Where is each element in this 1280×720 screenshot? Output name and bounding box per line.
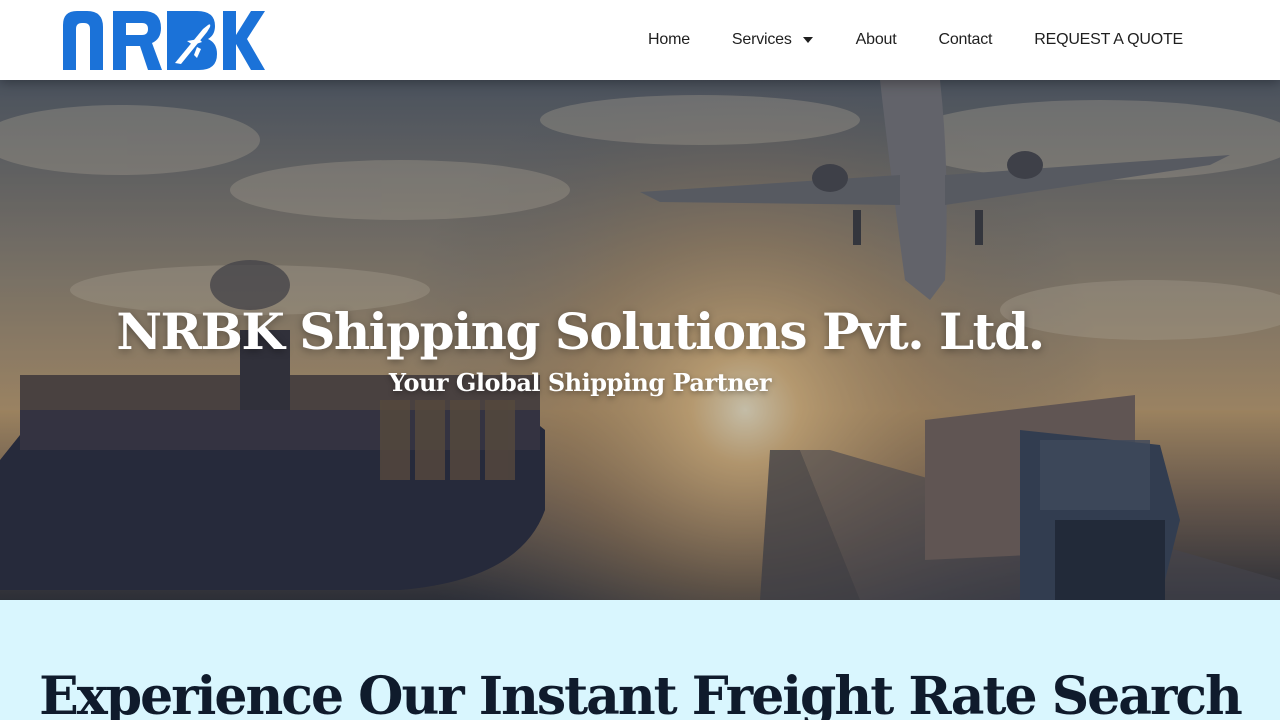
nav-contact[interactable]: Contact: [918, 31, 1014, 49]
nav-request-quote[interactable]: REQUEST A QUOTE: [1013, 31, 1220, 49]
nav-request-quote-label: REQUEST A QUOTE: [1034, 31, 1183, 48]
hero-banner: NRBK Shipping Solutions Pvt. Ltd. Your G…: [0, 80, 1280, 600]
freight-rate-section: Experience Our Instant Freight Rate Sear…: [0, 600, 1280, 720]
nav-services[interactable]: Services: [711, 31, 835, 49]
hero-title: NRBK Shipping Solutions Pvt. Ltd.: [116, 302, 1045, 361]
nav-home-label: Home: [648, 31, 690, 48]
main-nav: Home Services About Contact REQUEST A QU…: [620, 0, 1220, 80]
hero-subtitle: Your Global Shipping Partner: [388, 368, 772, 397]
nav-home[interactable]: Home: [627, 31, 711, 49]
nrbk-logo[interactable]: [63, 11, 265, 70]
nrbk-logo-mark: [63, 11, 265, 70]
nav-services-label: Services: [731, 31, 792, 48]
section-title: Experience Our Instant Freight Rate Sear…: [39, 666, 1243, 720]
nav-contact-label: Contact: [938, 31, 993, 48]
nav-about[interactable]: About: [835, 31, 918, 49]
site-header: Home Services About Contact REQUEST A QU…: [0, 0, 1280, 80]
caret-down-icon: [802, 31, 814, 49]
nav-about-label: About: [855, 31, 897, 48]
